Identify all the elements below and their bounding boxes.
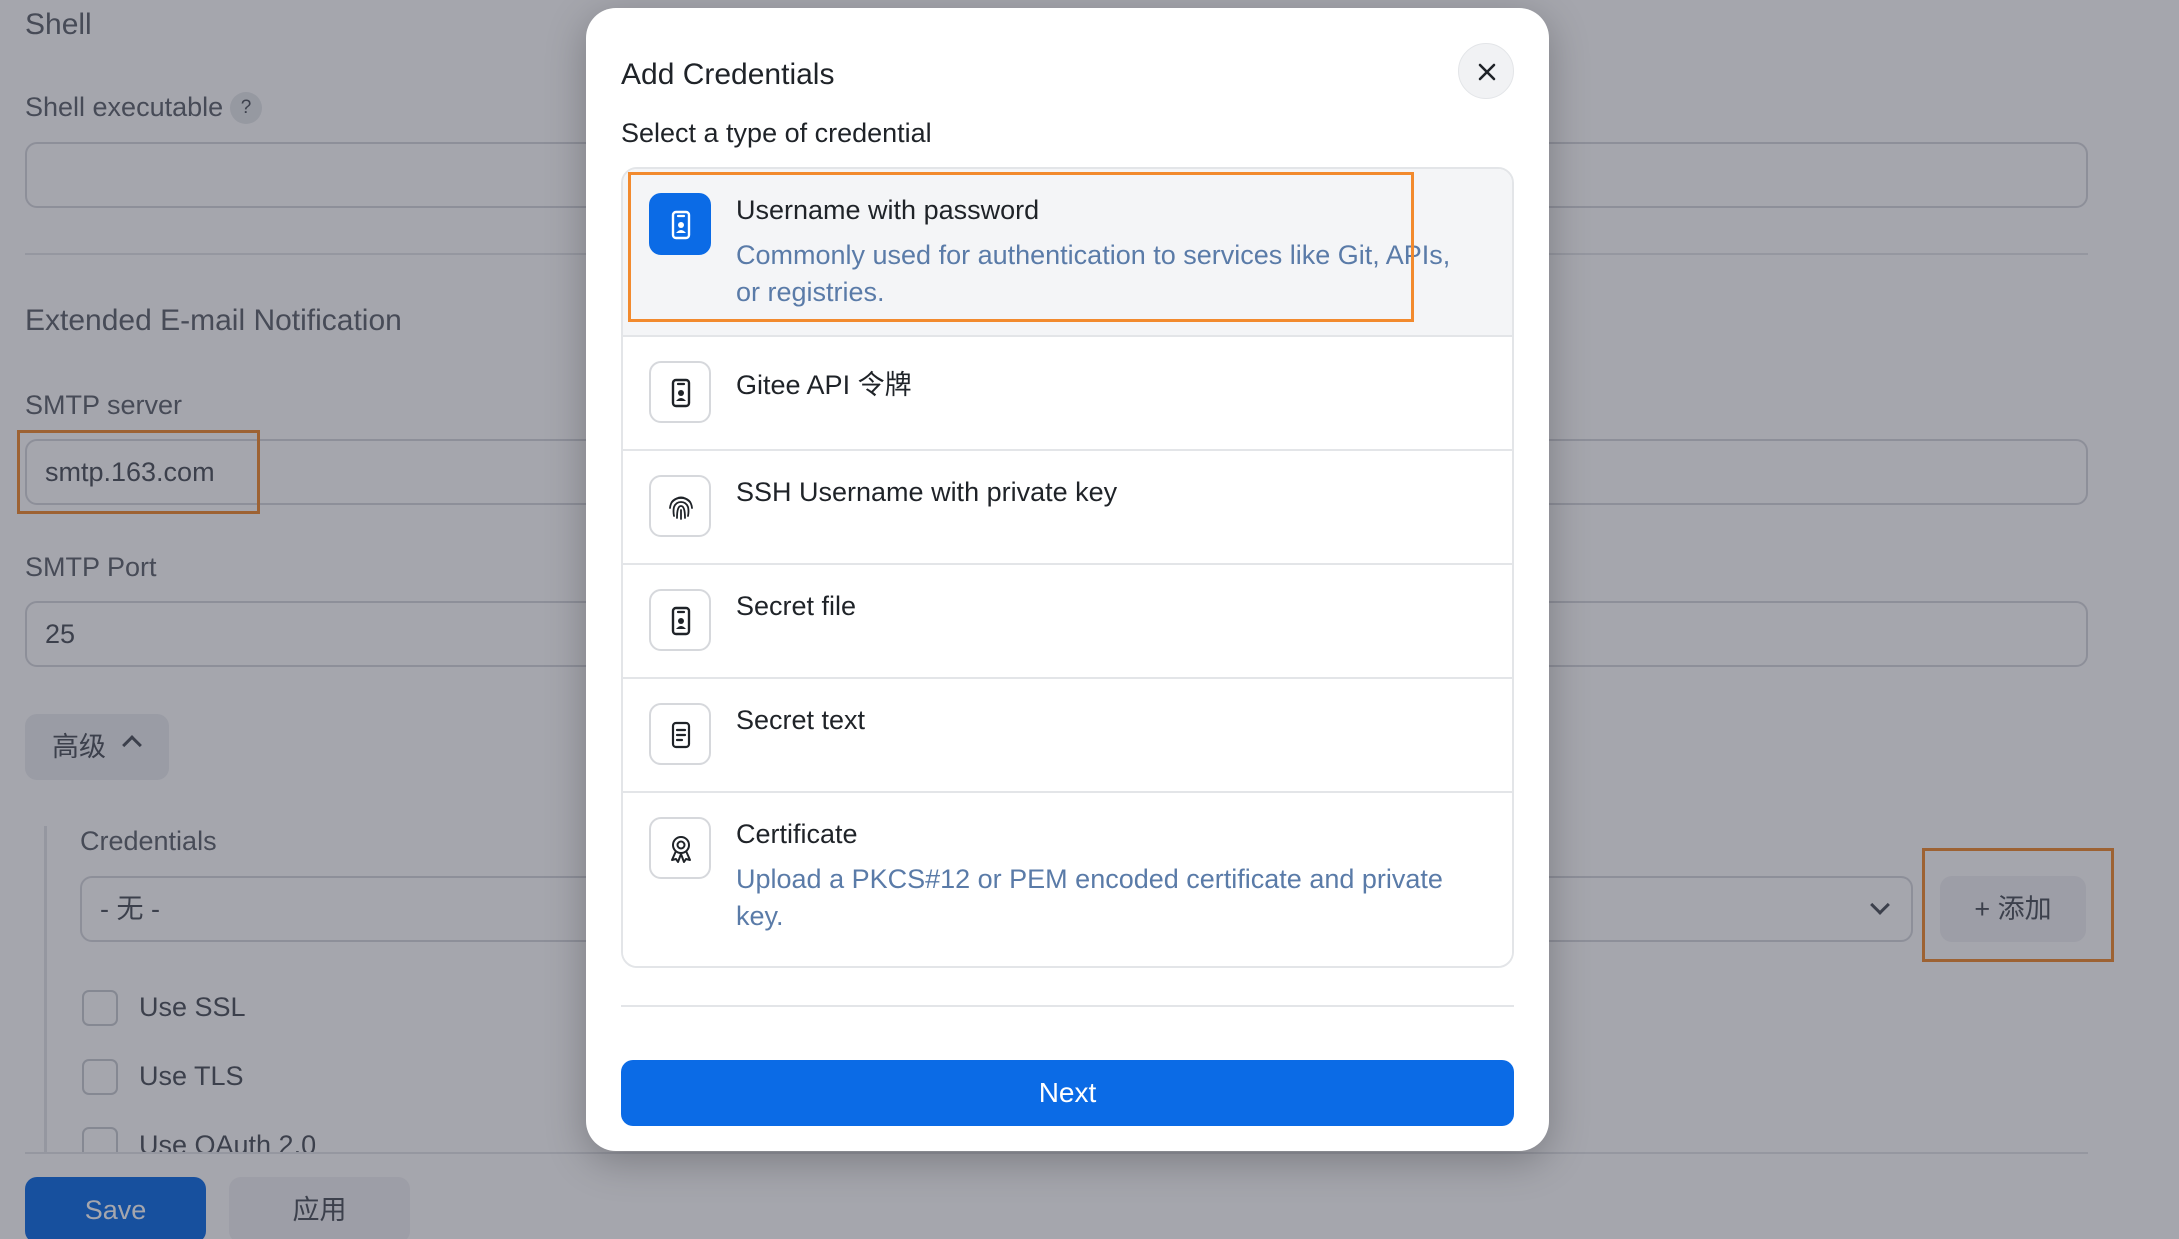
id-card-icon bbox=[649, 361, 711, 423]
credential-type-secret-text[interactable]: Secret text bbox=[623, 679, 1512, 793]
document-icon bbox=[649, 703, 711, 765]
dialog-subtitle: Select a type of credential bbox=[621, 118, 932, 148]
close-icon bbox=[1478, 63, 1496, 81]
add-credentials-dialog: Add Credentials Select a type of credent… bbox=[586, 8, 1549, 1151]
credential-type-gitee-api[interactable]: Gitee API 令牌 bbox=[623, 337, 1512, 451]
close-button[interactable] bbox=[1458, 43, 1514, 99]
credential-type-name: Secret file bbox=[736, 591, 857, 621]
fingerprint-icon bbox=[649, 475, 711, 537]
credential-type-certificate[interactable]: Certificate Upload a PKCS#12 or PEM enco… bbox=[623, 793, 1512, 966]
dialog-title: Add Credentials bbox=[621, 58, 835, 91]
credential-type-ssh-key[interactable]: SSH Username with private key bbox=[623, 451, 1512, 565]
credential-type-name: Secret text bbox=[736, 705, 866, 735]
credential-type-name: Gitee API 令牌 bbox=[736, 370, 912, 400]
id-card-icon bbox=[649, 589, 711, 651]
next-button[interactable]: Next bbox=[621, 1060, 1514, 1126]
selected-item-highlight bbox=[628, 172, 1414, 322]
credential-type-secret-file[interactable]: Secret file bbox=[623, 565, 1512, 679]
dialog-footer-divider bbox=[621, 1005, 1514, 1007]
credential-type-name: SSH Username with private key bbox=[736, 477, 1118, 507]
certificate-icon bbox=[649, 817, 711, 879]
credential-type-name: Certificate bbox=[736, 819, 858, 849]
credential-type-description: Upload a PKCS#12 or PEM encoded certific… bbox=[736, 864, 1443, 931]
